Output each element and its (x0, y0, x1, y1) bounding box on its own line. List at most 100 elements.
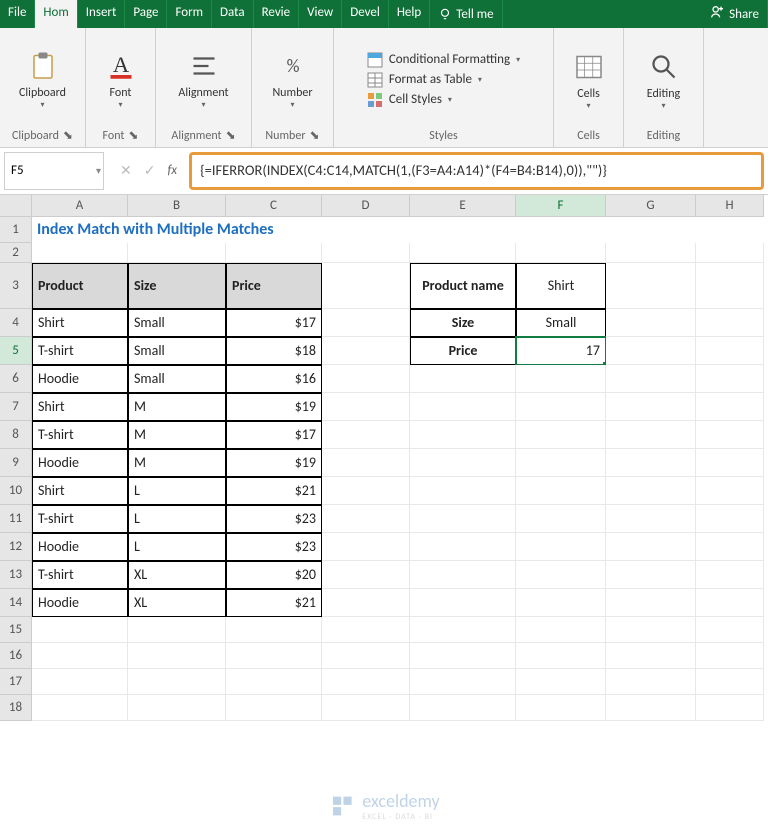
cell-F2[interactable] (516, 243, 606, 263)
cell-G6[interactable] (606, 365, 696, 393)
cell-H6[interactable] (696, 365, 764, 393)
cell-A16[interactable] (32, 643, 128, 669)
cell-H18[interactable] (696, 695, 764, 721)
cell-D17[interactable] (322, 669, 410, 695)
cell-G14[interactable] (606, 589, 696, 617)
cell-C18[interactable] (226, 695, 322, 721)
cell-H2[interactable] (696, 243, 764, 263)
cell-D3[interactable] (322, 263, 410, 309)
cell-E11[interactable] (410, 505, 516, 533)
row-header-18[interactable]: 18 (0, 695, 32, 721)
cell-D2[interactable] (322, 243, 410, 263)
cell-E9[interactable] (410, 449, 516, 477)
cell-D12[interactable] (322, 533, 410, 561)
row-header-16[interactable]: 16 (0, 643, 32, 669)
cell-F11[interactable] (516, 505, 606, 533)
tab-file[interactable]: File (0, 0, 35, 28)
cell-F13[interactable] (516, 561, 606, 589)
cell-D7[interactable] (322, 393, 410, 421)
col-header-C[interactable]: C (226, 195, 322, 217)
cell-A15[interactable] (32, 617, 128, 643)
cell-G12[interactable] (606, 533, 696, 561)
cell-G10[interactable] (606, 477, 696, 505)
row-header-12[interactable]: 12 (0, 533, 32, 561)
dialog-launcher-icon[interactable]: ⬊ (128, 128, 138, 143)
cell-E12[interactable] (410, 533, 516, 561)
cell-B16[interactable] (128, 643, 226, 669)
format-as-table-button[interactable]: Format as Table▾ (367, 72, 520, 88)
cell-G8[interactable] (606, 421, 696, 449)
cell-G16[interactable] (606, 643, 696, 669)
cell-B17[interactable] (128, 669, 226, 695)
cell-C17[interactable] (226, 669, 322, 695)
row-header-3[interactable]: 3 (0, 263, 32, 309)
cell-E14[interactable] (410, 589, 516, 617)
cell-G18[interactable] (606, 695, 696, 721)
row-header-14[interactable]: 14 (0, 589, 32, 617)
cell-G2[interactable] (606, 243, 696, 263)
conditional-formatting-button[interactable]: Conditional Formatting▾ (367, 52, 520, 68)
dialog-launcher-icon[interactable]: ⬊ (63, 128, 73, 143)
cell-G17[interactable] (606, 669, 696, 695)
cell-E13[interactable] (410, 561, 516, 589)
cell-H3[interactable] (696, 263, 764, 309)
cell-H5[interactable] (696, 337, 764, 365)
number-button[interactable]: % Number▾ (263, 48, 323, 110)
cell-D5[interactable] (322, 337, 410, 365)
cell-B18[interactable] (128, 695, 226, 721)
cell-B2[interactable] (128, 243, 226, 263)
row-header-9[interactable]: 9 (0, 449, 32, 477)
col-header-F[interactable]: F (516, 195, 606, 217)
cell-D16[interactable] (322, 643, 410, 669)
cell-D4[interactable] (322, 309, 410, 337)
lookup-size-value[interactable]: Small (516, 309, 606, 337)
cell-E2[interactable] (410, 243, 516, 263)
cell-F7[interactable] (516, 393, 606, 421)
cell-A2[interactable] (32, 243, 128, 263)
cell-D10[interactable] (322, 477, 410, 505)
dialog-launcher-icon[interactable]: ⬊ (310, 128, 320, 143)
cell-G4[interactable] (606, 309, 696, 337)
cell-G5[interactable] (606, 337, 696, 365)
cell-H15[interactable] (696, 617, 764, 643)
tab-share[interactable]: Share (701, 0, 768, 28)
cell-E16[interactable] (410, 643, 516, 669)
row-header-2[interactable]: 2 (0, 243, 32, 263)
cell-D14[interactable] (322, 589, 410, 617)
tab-data[interactable]: Data (212, 0, 254, 28)
font-button[interactable]: A Font▾ (94, 48, 147, 110)
cell-D13[interactable] (322, 561, 410, 589)
clipboard-button[interactable]: Clipboard▾ (13, 48, 73, 110)
cell-F18[interactable] (516, 695, 606, 721)
cell-H17[interactable] (696, 669, 764, 695)
cell-H12[interactable] (696, 533, 764, 561)
cell-G3[interactable] (606, 263, 696, 309)
cell-G9[interactable] (606, 449, 696, 477)
row-header-13[interactable]: 13 (0, 561, 32, 589)
col-header-G[interactable]: G (606, 195, 696, 217)
cell-E6[interactable] (410, 365, 516, 393)
cell-C2[interactable] (226, 243, 322, 263)
dialog-launcher-icon[interactable]: ⬊ (226, 128, 236, 143)
row-header-8[interactable]: 8 (0, 421, 32, 449)
cell-G15[interactable] (606, 617, 696, 643)
insert-function-icon[interactable]: fx (167, 163, 177, 178)
cell-A18[interactable] (32, 695, 128, 721)
cell-grid[interactable]: Index Match with Multiple MatchesProduct… (32, 217, 764, 721)
cell-H8[interactable] (696, 421, 764, 449)
cell-H13[interactable] (696, 561, 764, 589)
cell-D11[interactable] (322, 505, 410, 533)
cell-C15[interactable] (226, 617, 322, 643)
cell-B15[interactable] (128, 617, 226, 643)
row-header-11[interactable]: 11 (0, 505, 32, 533)
row-header-10[interactable]: 10 (0, 477, 32, 505)
cell-H11[interactable] (696, 505, 764, 533)
cell-A17[interactable] (32, 669, 128, 695)
tab-home[interactable]: Hom (35, 0, 77, 28)
cell-G7[interactable] (606, 393, 696, 421)
col-header-A[interactable]: A (32, 195, 128, 217)
cell-D8[interactable] (322, 421, 410, 449)
cell-styles-button[interactable]: Cell Styles▾ (367, 92, 520, 108)
cell-F10[interactable] (516, 477, 606, 505)
row-header-1[interactable]: 1 (0, 217, 32, 243)
